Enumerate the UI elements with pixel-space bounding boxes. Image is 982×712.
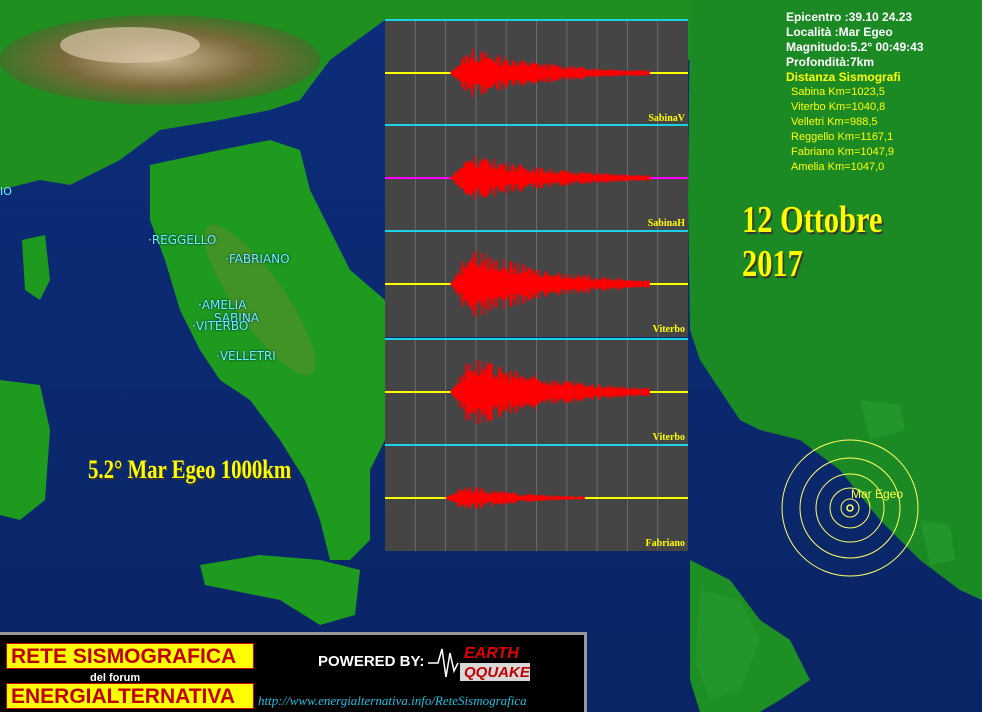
seismic-signal xyxy=(450,48,650,98)
website-link[interactable]: http://www.energialternativa.info/ReteSi… xyxy=(258,693,527,709)
distance-item: Amelia Km=1047,0 xyxy=(791,161,885,173)
station-label: Fabriano xyxy=(645,538,685,549)
distance-item: Reggello Km=1167,1 xyxy=(791,131,894,143)
city-label: AMELIA xyxy=(201,298,247,312)
logo-bottom-text: QQUAKE xyxy=(464,664,531,681)
seismic-signal xyxy=(450,360,650,424)
city-fabriano: ·FABRIANO xyxy=(225,252,290,266)
seismogram-trace xyxy=(385,21,688,126)
event-date: 12 Ottobre 2017 xyxy=(742,199,883,285)
banner-name: ENERGIALTERNATIVA xyxy=(6,683,254,709)
logo-wave-icon xyxy=(428,648,459,678)
seismic-map: IO ·REGGELLO ·FABRIANO ·AMELIA SABINA ·V… xyxy=(0,0,982,712)
banner: RETE SISMOGRAFICA del forum ENERGIALTERN… xyxy=(0,632,587,712)
city-reggello: ·REGGELLO xyxy=(148,233,217,247)
epicenter-ring xyxy=(815,473,885,543)
logo-top-text: EARTH xyxy=(464,645,519,662)
event-caption: 5.2° Mar Egeo 1000km xyxy=(88,455,292,484)
epicenter-dot xyxy=(846,504,854,512)
land-sardinia xyxy=(0,380,50,520)
city-label: REGGELLO xyxy=(151,233,217,247)
seismogram-panel: Viterbo xyxy=(385,230,688,337)
city-label: VELLETRI xyxy=(219,349,276,363)
epicenter-ring xyxy=(781,439,919,577)
depth: Profondità:7km xyxy=(786,55,875,69)
powered-by: POWERED BY: xyxy=(318,653,425,670)
station-label: SabinaV xyxy=(648,113,685,124)
edge-label: IO xyxy=(0,185,12,198)
city-amelia: ·AMELIA xyxy=(198,298,247,312)
epicenter-rings xyxy=(781,439,919,577)
epicenter-ring xyxy=(840,498,860,518)
station-label: Viterbo xyxy=(652,432,685,443)
seismogram-panel: Viterbo xyxy=(385,338,688,445)
seismic-signal xyxy=(450,250,650,318)
seismogram-trace xyxy=(385,340,688,445)
seismogram-panel: SabinaV xyxy=(385,19,688,126)
seismogram-trace xyxy=(385,446,688,551)
city-label: VITERBO xyxy=(195,319,249,333)
city-label: FABRIANO xyxy=(228,252,290,266)
alps-peaks xyxy=(60,27,200,63)
seismic-signal xyxy=(445,486,585,510)
city-velletri: ·VELLETRI xyxy=(216,349,276,363)
seismogram-trace xyxy=(385,126,688,231)
seismogram-panel: SabinaH xyxy=(385,124,688,231)
station-label: SabinaH xyxy=(647,218,685,229)
distance-item: Viterbo Km=1040,8 xyxy=(791,101,886,113)
distance-list: Sabina Km=1023,5 Viterbo Km=1040,8 Velle… xyxy=(791,85,894,175)
event-info: Epicentro :39.10 24.23 Località :Mar Ege… xyxy=(786,10,924,85)
seismic-signal xyxy=(450,155,650,201)
distance-item: Fabriano Km=1047,9 xyxy=(791,146,895,158)
epicenter-label: Mar Egeo xyxy=(851,487,904,501)
station-label: Viterbo xyxy=(652,324,685,335)
earthquake-logo: EARTH QQUAKE xyxy=(428,645,531,681)
magnitude: Magnitudo:5.2° 00:49:43 xyxy=(786,40,924,54)
location: Località :Mar Egeo xyxy=(786,25,893,39)
epicenter-coords: Epicentro :39.10 24.23 xyxy=(786,10,913,24)
seismogram-panel: Fabriano xyxy=(385,444,688,551)
distance-item: Sabina Km=1023,5 xyxy=(791,86,885,98)
banner-title: RETE SISMOGRAFICA xyxy=(6,643,254,669)
distance-item: Velletri Km=988,5 xyxy=(791,116,878,128)
distance-title: Distanza Sismografi xyxy=(786,70,901,84)
city-viterbo: ·VITERBO xyxy=(192,319,249,333)
seismogram-trace xyxy=(385,232,688,337)
epicenter-ring xyxy=(799,457,901,559)
